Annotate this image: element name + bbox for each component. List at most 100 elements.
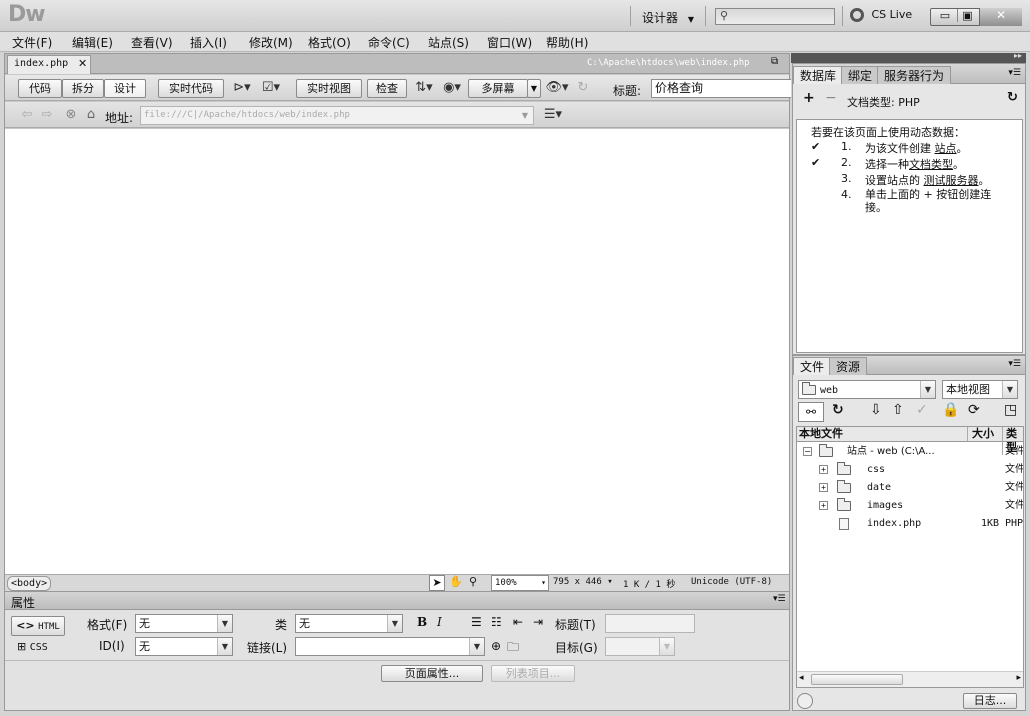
- view-split-button[interactable]: 拆分: [62, 79, 104, 98]
- bold-icon[interactable]: B: [417, 615, 427, 629]
- file-management-icon[interactable]: ⇅▾: [413, 78, 435, 98]
- menu-insert[interactable]: 插入(I): [190, 34, 227, 51]
- design-canvas[interactable]: [5, 129, 789, 574]
- address-dropdown[interactable]: ▼: [517, 107, 533, 124]
- panel-menu-icon[interactable]: ▾☰: [1008, 359, 1021, 369]
- title-attr-input[interactable]: [605, 614, 695, 633]
- document-tab[interactable]: index.php ✕: [7, 55, 91, 74]
- check-browser-icon[interactable]: ⊳▾: [231, 78, 253, 98]
- tree-row-date[interactable]: + date 文件: [797, 479, 1023, 497]
- window-size[interactable]: 795 x 446 ▾: [553, 577, 613, 587]
- put-files-icon[interactable]: ⇧: [892, 402, 904, 418]
- tree-row-css[interactable]: + css 文件: [797, 461, 1023, 479]
- menu-help[interactable]: 帮助(H): [546, 34, 588, 51]
- outdent-icon[interactable]: ⇤: [513, 615, 523, 629]
- inspect-button[interactable]: 检查: [367, 79, 407, 98]
- view-design-button[interactable]: 设计: [104, 79, 146, 98]
- search-input[interactable]: ⚲: [715, 8, 835, 25]
- title-input[interactable]: 价格查询: [651, 79, 791, 98]
- address-input[interactable]: file:///C|/Apache/htdocs/web/index.php: [140, 106, 534, 125]
- view-code-button[interactable]: 代码: [18, 79, 62, 98]
- browse-folder-icon[interactable]: 🗀: [507, 638, 519, 659]
- tree-row-index[interactable]: index.php 1KB PHP: [797, 515, 1023, 533]
- restore-doc-icon[interactable]: ⧉: [771, 56, 778, 67]
- add-icon[interactable]: +: [803, 90, 815, 106]
- ordered-list-icon[interactable]: ☷: [491, 615, 502, 629]
- refresh-icon[interactable]: ↻: [832, 402, 844, 418]
- synchronize-icon[interactable]: ⟳: [968, 402, 980, 418]
- list-items-button[interactable]: 列表项目...: [491, 665, 575, 682]
- menu-commands[interactable]: 命令(C): [368, 34, 410, 51]
- unordered-list-icon[interactable]: ☰: [471, 615, 482, 629]
- tab-database[interactable]: 数据库: [793, 66, 844, 84]
- menu-window[interactable]: 窗口(W): [487, 34, 532, 51]
- tab-close-icon[interactable]: ✕: [78, 57, 87, 70]
- tab-files[interactable]: 文件: [793, 357, 832, 375]
- select-tool-icon[interactable]: ➤: [429, 575, 445, 591]
- italic-icon[interactable]: I: [437, 615, 442, 629]
- expand-icon[interactable]: +: [819, 465, 828, 474]
- expand-icon[interactable]: +: [819, 483, 828, 492]
- hand-tool-icon[interactable]: ✋: [449, 575, 463, 588]
- col-size[interactable]: 大小: [967, 427, 994, 441]
- minimize-icon[interactable]: ▭: [935, 9, 955, 22]
- remove-icon[interactable]: −: [825, 90, 837, 106]
- menu-file[interactable]: 文件(F): [12, 34, 52, 51]
- menu-modify[interactable]: 修改(M): [249, 34, 293, 51]
- menu-edit[interactable]: 编辑(E): [72, 34, 113, 51]
- zoom-select[interactable]: 100% ▾: [491, 575, 549, 591]
- horizontal-scrollbar[interactable]: ◂ ▸: [797, 671, 1023, 687]
- col-local-files[interactable]: 本地文件: [799, 427, 843, 441]
- live-code-button[interactable]: 实时代码: [158, 79, 224, 98]
- visual-aids-icon[interactable]: 👁▾: [545, 78, 569, 98]
- html-mode-button[interactable]: <> HTML: [11, 616, 65, 636]
- doc-type-link[interactable]: 文档类型: [909, 158, 953, 171]
- panel-menu-icon[interactable]: ▾☰: [773, 594, 786, 604]
- format-select[interactable]: 无 ▼: [135, 614, 233, 633]
- preview-browser-icon[interactable]: ◉▾: [441, 78, 463, 98]
- refresh-icon[interactable]: ↻: [1007, 90, 1018, 105]
- tag-selector[interactable]: <body>: [7, 576, 52, 591]
- maximize-icon[interactable]: ▣: [957, 9, 977, 22]
- tab-assets[interactable]: 资源: [829, 357, 868, 375]
- tree-row-images[interactable]: + images 文件: [797, 497, 1023, 515]
- workspace-switcher[interactable]: 设计器 ▼: [642, 9, 694, 26]
- page-properties-button[interactable]: 页面属性...: [381, 665, 483, 682]
- indent-icon[interactable]: ⇥: [533, 615, 543, 629]
- get-files-icon[interactable]: ⇩: [870, 402, 882, 418]
- tab-server-behaviors[interactable]: 服务器行为: [877, 66, 952, 84]
- id-select[interactable]: 无 ▼: [135, 637, 233, 656]
- refresh-icon[interactable]: ↻: [575, 78, 591, 98]
- site-select[interactable]: web ▼: [798, 380, 936, 399]
- collapse-icon[interactable]: ▸▸: [1014, 51, 1022, 60]
- expand-icon[interactable]: ◳: [1004, 402, 1017, 418]
- cslive-button[interactable]: CS Live: [850, 8, 912, 22]
- live-view-button[interactable]: 实时视图: [296, 79, 362, 98]
- link-input[interactable]: ▼: [295, 637, 485, 656]
- scroll-left-icon[interactable]: ◂: [799, 673, 804, 683]
- forward-icon[interactable]: ⇨: [39, 105, 55, 125]
- menu-view[interactable]: 查看(V): [131, 34, 173, 51]
- scrollbar-thumb[interactable]: [811, 674, 903, 685]
- panel-menu-icon[interactable]: ▾☰: [1008, 68, 1021, 78]
- back-icon[interactable]: ⇦: [19, 105, 35, 125]
- tab-bindings[interactable]: 绑定: [841, 66, 880, 84]
- close-icon[interactable]: ✕: [979, 8, 1022, 26]
- menu-format[interactable]: 格式(O): [308, 34, 351, 51]
- connect-icon[interactable]: ⚯: [798, 402, 824, 422]
- check-in-icon[interactable]: 🔒: [942, 402, 959, 418]
- browser-options-icon[interactable]: ☰▾: [541, 105, 565, 125]
- target-select[interactable]: ▼: [605, 637, 675, 656]
- expand-icon[interactable]: +: [819, 501, 828, 510]
- multiscreen-button[interactable]: 多屏幕: [468, 79, 528, 98]
- collapse-icon[interactable]: −: [803, 447, 812, 456]
- multiscreen-dropdown[interactable]: ▼: [527, 79, 541, 98]
- check-out-icon[interactable]: ✓: [916, 402, 928, 418]
- scroll-right-icon[interactable]: ▸: [1016, 673, 1021, 683]
- menu-site[interactable]: 站点(S): [428, 34, 469, 51]
- point-to-file-icon[interactable]: ⊕: [491, 639, 501, 653]
- view-select[interactable]: 本地视图 ▼: [942, 380, 1018, 399]
- class-select[interactable]: 无 ▼: [295, 614, 403, 633]
- log-button[interactable]: 日志...: [963, 693, 1017, 709]
- tree-row-site[interactable]: − 站点 - web (C:\A... 文件: [797, 443, 1023, 461]
